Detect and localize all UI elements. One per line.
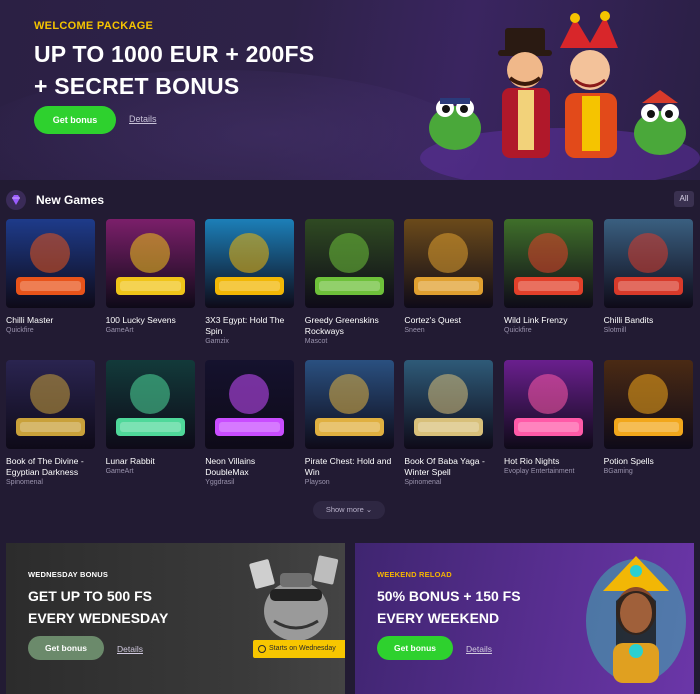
game-provider: Sneen bbox=[404, 327, 425, 334]
show-more-button[interactable]: Show more ⌄ bbox=[313, 501, 385, 519]
wednesday-title-line1: GET UP TO 500 FS bbox=[28, 588, 152, 604]
game-provider: GameArt bbox=[105, 468, 134, 475]
game-card[interactable]: Cortez's Quest Sneen bbox=[404, 219, 494, 336]
game-title[interactable]: Chilli Bandits bbox=[604, 315, 693, 326]
game-card[interactable]: Greedy Greenskins Rockways Mascot bbox=[304, 219, 394, 347]
welcome-get-bonus-button[interactable]: Get bonus bbox=[34, 106, 116, 134]
frog-with-sunglasses-illustration bbox=[249, 555, 339, 641]
welcome-characters-illustration bbox=[420, 11, 700, 180]
game-title[interactable]: 3X3 Egypt: Hold The Spin bbox=[205, 315, 294, 337]
game-title[interactable]: Hot Rio Nights bbox=[504, 456, 593, 467]
welcome-title: UP TO 1000 EUR + 200FS + SECRET BONUS bbox=[34, 38, 374, 102]
game-title[interactable]: Chilli Master bbox=[6, 315, 95, 326]
weekend-title-line1: 50% BONUS + 150 FS bbox=[377, 588, 521, 604]
game-provider: Spinomenal bbox=[6, 479, 43, 486]
all-games-button[interactable]: All bbox=[674, 191, 694, 207]
game-provider: Evoplay Entertainment bbox=[504, 468, 575, 475]
game-title[interactable]: Greedy Greenskins Rockways bbox=[305, 315, 394, 337]
game-provider: Playson bbox=[304, 479, 330, 486]
wednesday-details-link[interactable]: Details bbox=[117, 644, 143, 654]
weekend-eyebrow: WEEKEND RELOAD bbox=[377, 570, 452, 579]
weekend-reload-card: WEEKEND RELOAD 50% BONUS + 150 FS EVERY … bbox=[355, 543, 694, 694]
game-card[interactable]: Wild Link Frenzy Quickfire bbox=[504, 219, 593, 336]
chevron-down-icon: ⌄ bbox=[365, 505, 373, 514]
game-title[interactable]: 100 Lucky Sevens bbox=[106, 315, 195, 326]
game-title[interactable]: Neon Villains DoubleMax bbox=[205, 456, 294, 478]
welcome-details-link[interactable]: Details bbox=[129, 114, 157, 124]
welcome-title-line2: + SECRET BONUS bbox=[34, 73, 240, 99]
game-thumbnail[interactable] bbox=[6, 360, 95, 449]
game-provider: Yggdrasil bbox=[205, 479, 235, 486]
game-card[interactable]: Neon Villains DoubleMax Yggdrasil bbox=[205, 360, 295, 488]
game-thumbnail[interactable] bbox=[603, 219, 693, 308]
game-provider: Quickfire bbox=[6, 327, 34, 334]
wednesday-bonus-card: WEDNESDAY BONUS GET UP TO 500 FS EVERY W… bbox=[6, 543, 345, 694]
welcome-title-line1: UP TO 1000 EUR + 200FS bbox=[34, 41, 315, 67]
game-thumbnail[interactable] bbox=[205, 219, 295, 308]
game-thumbnail[interactable] bbox=[603, 360, 693, 449]
game-card[interactable]: Book of The Divine - Egyptian Darkness Sp… bbox=[6, 360, 95, 488]
game-title[interactable]: Lunar Rabbit bbox=[106, 456, 195, 467]
game-title[interactable]: Wild Link Frenzy bbox=[504, 315, 593, 326]
game-provider: Gamzix bbox=[205, 338, 229, 345]
game-thumbnail[interactable] bbox=[205, 360, 295, 449]
game-card[interactable]: 100 Lucky Sevens GameArt bbox=[105, 219, 195, 336]
game-thumbnail[interactable] bbox=[404, 219, 494, 308]
game-card[interactable]: Book Of Baba Yaga - Winter Spell Spinomen… bbox=[404, 360, 494, 488]
game-thumbnail[interactable] bbox=[304, 360, 394, 449]
welcome-banner: WELCOME PACKAGE UP TO 1000 EUR + 200FS +… bbox=[0, 0, 700, 180]
game-card[interactable]: Hot Rio Nights Evoplay Entertainment bbox=[504, 360, 593, 477]
game-thumbnail[interactable] bbox=[504, 360, 593, 449]
starts-on-wednesday-label: Starts on Wednesday bbox=[269, 645, 336, 652]
game-card[interactable]: Pirate Chest: Hold and Win Playson bbox=[304, 360, 394, 488]
game-thumbnail[interactable] bbox=[6, 219, 95, 308]
game-card[interactable]: Chilli Master Quickfire bbox=[6, 219, 95, 336]
game-card[interactable]: Chilli Bandits Slotmill bbox=[603, 219, 693, 336]
game-thumbnail[interactable] bbox=[304, 219, 394, 308]
game-thumbnail[interactable] bbox=[504, 219, 593, 308]
game-title[interactable]: Book Of Baba Yaga - Winter Spell bbox=[404, 456, 493, 478]
game-card[interactable]: Lunar Rabbit GameArt bbox=[105, 360, 195, 477]
wednesday-eyebrow: WEDNESDAY BONUS bbox=[28, 570, 109, 579]
game-title[interactable]: Cortez's Quest bbox=[404, 315, 493, 326]
game-provider: Quickfire bbox=[504, 327, 532, 334]
weekend-title: 50% BONUS + 150 FS EVERY WEEKEND bbox=[377, 585, 607, 629]
game-title[interactable]: Book of The Divine - Egyptian Darkness bbox=[6, 456, 95, 478]
game-provider: Mascot bbox=[304, 338, 328, 345]
game-provider: Spinomenal bbox=[404, 479, 442, 486]
game-thumbnail[interactable] bbox=[105, 360, 195, 449]
new-games-title: New Games bbox=[36, 193, 105, 207]
game-provider: GameArt bbox=[105, 327, 134, 334]
game-thumbnail[interactable] bbox=[404, 360, 494, 449]
wednesday-get-bonus-button[interactable]: Get bonus bbox=[28, 636, 104, 660]
wednesday-title-line2: EVERY WEDNESDAY bbox=[28, 610, 169, 626]
aztec-queen-illustration bbox=[586, 556, 686, 683]
game-card[interactable]: Potion Spells BGaming bbox=[603, 360, 693, 477]
welcome-eyebrow: WELCOME PACKAGE bbox=[34, 20, 154, 32]
game-provider: Slotmill bbox=[603, 327, 627, 334]
weekend-get-bonus-button[interactable]: Get bonus bbox=[377, 636, 453, 660]
weekend-title-line2: EVERY WEEKEND bbox=[377, 610, 500, 626]
game-title[interactable]: Pirate Chest: Hold and Win bbox=[305, 456, 394, 478]
game-provider: BGaming bbox=[603, 468, 633, 475]
weekend-details-link[interactable]: Details bbox=[466, 644, 492, 654]
wednesday-title: GET UP TO 500 FS EVERY WEDNESDAY bbox=[28, 585, 258, 629]
clock-icon bbox=[258, 645, 266, 653]
starts-on-wednesday-badge: Starts on Wednesday bbox=[253, 640, 345, 658]
game-title[interactable]: Potion Spells bbox=[604, 456, 693, 467]
gem-icon bbox=[6, 190, 26, 210]
new-games-header: New Games All bbox=[6, 188, 694, 210]
game-card[interactable]: 3X3 Egypt: Hold The Spin Gamzix bbox=[205, 219, 295, 347]
show-more-label: Show more bbox=[325, 505, 364, 514]
game-thumbnail[interactable] bbox=[105, 219, 195, 308]
